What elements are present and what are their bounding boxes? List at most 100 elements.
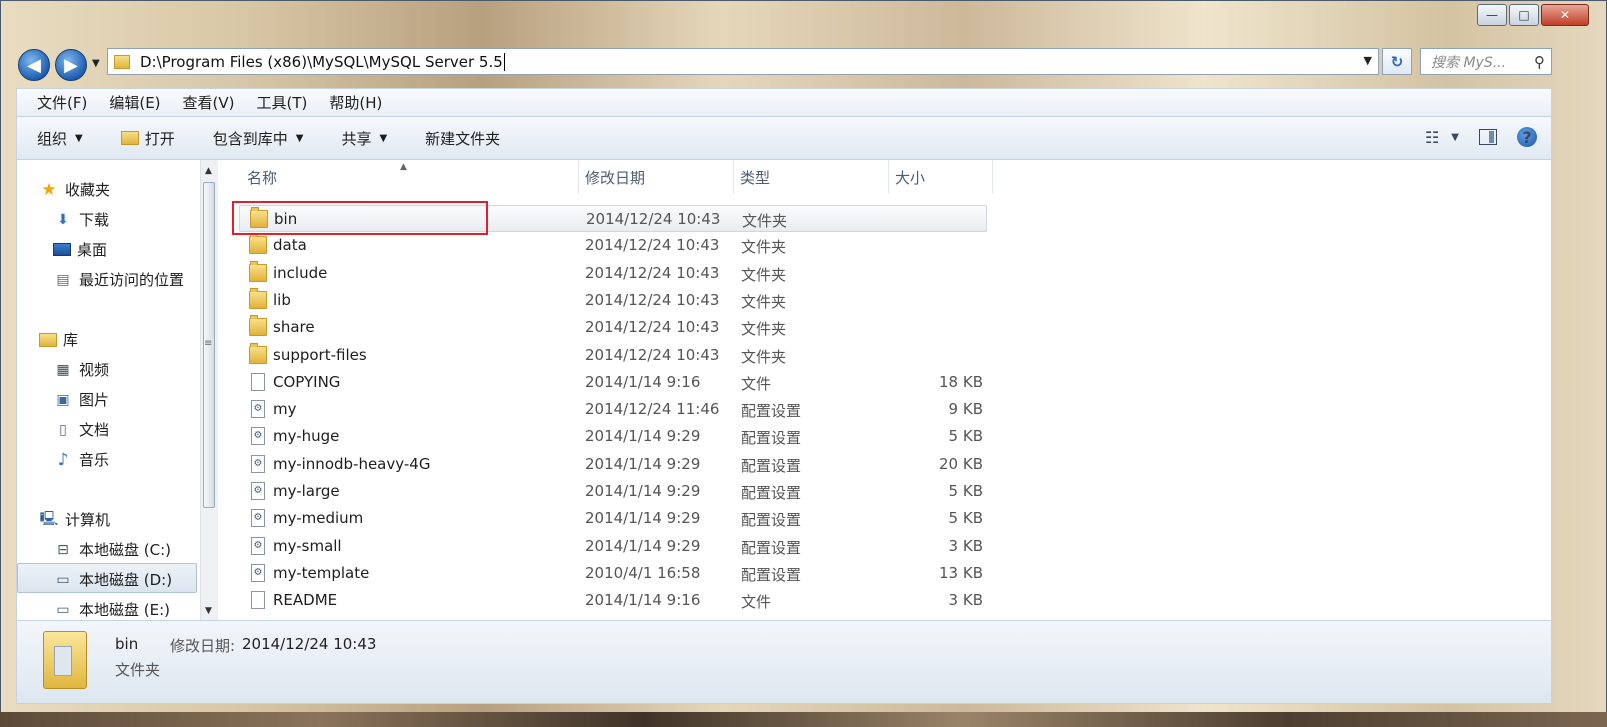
address-bar[interactable]: D:\Program Files (x86)\MySQL\MySQL Serve… [107, 48, 1379, 75]
nav-computer-label: 计算机 [65, 511, 111, 529]
scroll-down-icon[interactable]: ▼ [205, 606, 212, 616]
folder-icon [249, 233, 267, 255]
nav-desktop-label: 桌面 [77, 241, 108, 259]
folder-icon [249, 287, 267, 309]
toolbar-right: ☷ ▼ ? [1405, 127, 1537, 147]
downloads-icon: ⬇ [57, 211, 69, 228]
nav-drive-c[interactable]: ⊟ 本地磁盘 (C:) [53, 539, 171, 560]
scroll-up-icon[interactable]: ▲ [205, 166, 212, 176]
nav-pictures-label: 图片 [79, 391, 110, 409]
file-row[interactable]: ⚙ my 2014/12/24 11:46 配置设置 9 KB [239, 396, 987, 423]
file-row[interactable]: lib 2014/12/24 10:43 文件夹 [239, 287, 987, 314]
menu-tools[interactable]: 工具(T) [257, 92, 308, 113]
column-header-type[interactable]: 类型 [734, 160, 889, 194]
menu-edit[interactable]: 编辑(E) [109, 92, 160, 113]
view-options-icon[interactable]: ☷ [1425, 128, 1439, 147]
config-file-icon: ⚙ [251, 563, 265, 582]
nav-drive-e[interactable]: ▭ 本地磁盘 (E:) [53, 599, 170, 620]
address-dropdown-icon[interactable]: ▼ [1364, 54, 1372, 67]
column-header-name[interactable]: 名称 [239, 160, 579, 194]
details-date-label: 修改日期: [170, 637, 236, 655]
file-row[interactable]: include 2014/12/24 10:43 文件夹 [239, 260, 987, 287]
file-date: 2014/1/14 9:29 [585, 427, 701, 446]
address-text: D:\Program Files (x86)\MySQL\MySQL Serve… [140, 52, 503, 71]
nav-scrollbar[interactable]: ▲ ≡ ▼ [200, 160, 218, 620]
column-header-size[interactable]: 大小 [889, 160, 993, 194]
file-row[interactable]: share 2014/12/24 10:43 文件夹 [239, 314, 987, 341]
organize-button[interactable]: 组织 ▼ [37, 128, 83, 149]
file-type: 文件夹 [741, 292, 787, 311]
nav-favorites[interactable]: ★ 收藏夹 [39, 179, 110, 200]
config-file-icon: ⚙ [251, 400, 265, 419]
help-icon[interactable]: ? [1517, 127, 1537, 147]
file-row[interactable]: ⚙ my-huge 2014/1/14 9:29 配置设置 5 KB [239, 423, 987, 450]
back-button[interactable]: ◀ [18, 49, 50, 81]
menu-help[interactable]: 帮助(H) [329, 92, 382, 113]
file-row[interactable]: ⚙ my-small 2014/1/14 9:29 配置设置 3 KB [239, 533, 987, 560]
file-row[interactable]: ⚙ my-template 2010/4/1 16:58 配置设置 13 KB [239, 560, 987, 587]
details-type: 文件夹 [115, 661, 161, 679]
file-row[interactable]: support-files 2014/12/24 10:43 文件夹 [239, 342, 987, 369]
file-date: 2014/1/14 9:29 [585, 482, 701, 500]
file-name: support-files [273, 345, 367, 364]
close-button[interactable]: ✕ [1541, 4, 1589, 26]
file-name: my-large [273, 482, 340, 500]
file-size: 5 KB [948, 482, 983, 500]
file-size: 9 KB [948, 400, 983, 419]
file-date: 2014/1/14 9:29 [585, 509, 701, 528]
nav-music[interactable]: ♪ 音乐 [53, 449, 109, 470]
file-date: 2014/12/24 11:46 [585, 400, 720, 419]
open-folder-icon [120, 131, 139, 145]
nav-computer[interactable]: 🖳 计算机 [39, 509, 110, 530]
menu-file[interactable]: 文件(F) [37, 92, 87, 113]
forward-button[interactable]: ▶ [55, 49, 87, 81]
file-type: 文件夹 [741, 320, 787, 339]
nav-libraries[interactable]: 库 [39, 329, 78, 350]
file-type: 文件 [741, 593, 772, 612]
nav-documents[interactable]: ▯ 文档 [53, 419, 109, 440]
nav-desktop[interactable]: 桌面 [53, 239, 107, 260]
refresh-button[interactable]: ↻ [1382, 48, 1412, 75]
minimize-button[interactable]: — [1477, 4, 1507, 26]
nav-pictures[interactable]: ▣ 图片 [53, 389, 109, 410]
file-row[interactable]: ⚙ my-large 2014/1/14 9:29 配置设置 5 KB [239, 478, 987, 505]
config-file-icon: ⚙ [251, 482, 265, 500]
file-row[interactable]: ⚙ my-medium 2014/1/14 9:29 配置设置 5 KB [239, 505, 987, 532]
file-date: 2014/1/14 9:16 [585, 591, 701, 610]
recent-pages-dropdown[interactable]: ▼ [92, 58, 100, 69]
include-library-button[interactable]: 包含到库中 ▼ [213, 128, 304, 149]
file-row[interactable]: README 2014/1/14 9:16 文件 3 KB [239, 587, 987, 614]
nav-drive-e-label: 本地磁盘 (E:) [79, 601, 171, 619]
folder-icon [249, 342, 267, 364]
search-box[interactable]: 搜索 MyS... ⚲ [1420, 48, 1552, 75]
nav-videos[interactable]: ▦ 视频 [53, 359, 109, 380]
file-size: 5 KB [948, 427, 983, 446]
nav-drive-d-label: 本地磁盘 (D:) [79, 571, 173, 589]
file-row[interactable]: data 2014/12/24 10:43 文件夹 [239, 232, 987, 259]
column-header-date[interactable]: 修改日期 [579, 160, 734, 194]
new-folder-button[interactable]: 新建文件夹 [425, 128, 500, 149]
search-icon[interactable]: ⚲ [1534, 53, 1545, 71]
nav-downloads[interactable]: ⬇ 下载 [53, 209, 109, 230]
menu-view[interactable]: 查看(V) [183, 92, 235, 113]
scrollbar-grip-icon: ≡ [204, 338, 213, 349]
nav-recent[interactable]: ▤ 最近访问的位置 [53, 269, 184, 290]
nav-music-label: 音乐 [79, 451, 110, 469]
open-button[interactable]: 打开 [120, 128, 175, 149]
preview-pane-icon[interactable] [1479, 129, 1497, 145]
share-label: 共享 [341, 129, 372, 148]
file-type: 配置设置 [741, 456, 802, 475]
file-row[interactable]: ⚙ my-innodb-heavy-4G 2014/1/14 9:29 配置设置 20 … [239, 451, 987, 478]
file-date: 2014/12/24 10:43 [585, 290, 720, 309]
drive-icon: ▭ [56, 601, 70, 618]
annotation-highlight-box [232, 201, 488, 235]
nav-drive-d[interactable]: ▭ 本地磁盘 (D:) [53, 569, 172, 590]
computer-icon: 🖳 [39, 510, 59, 527]
background-strip [0, 712, 1607, 727]
organize-label: 组织 [37, 129, 68, 148]
file-type: 配置设置 [741, 484, 802, 502]
maximize-button[interactable]: □ [1509, 4, 1539, 26]
share-button[interactable]: 共享 ▼ [341, 128, 387, 149]
view-dropdown-icon[interactable]: ▼ [1451, 132, 1459, 143]
file-row[interactable]: COPYING 2014/1/14 9:16 文件 18 KB [239, 369, 987, 396]
